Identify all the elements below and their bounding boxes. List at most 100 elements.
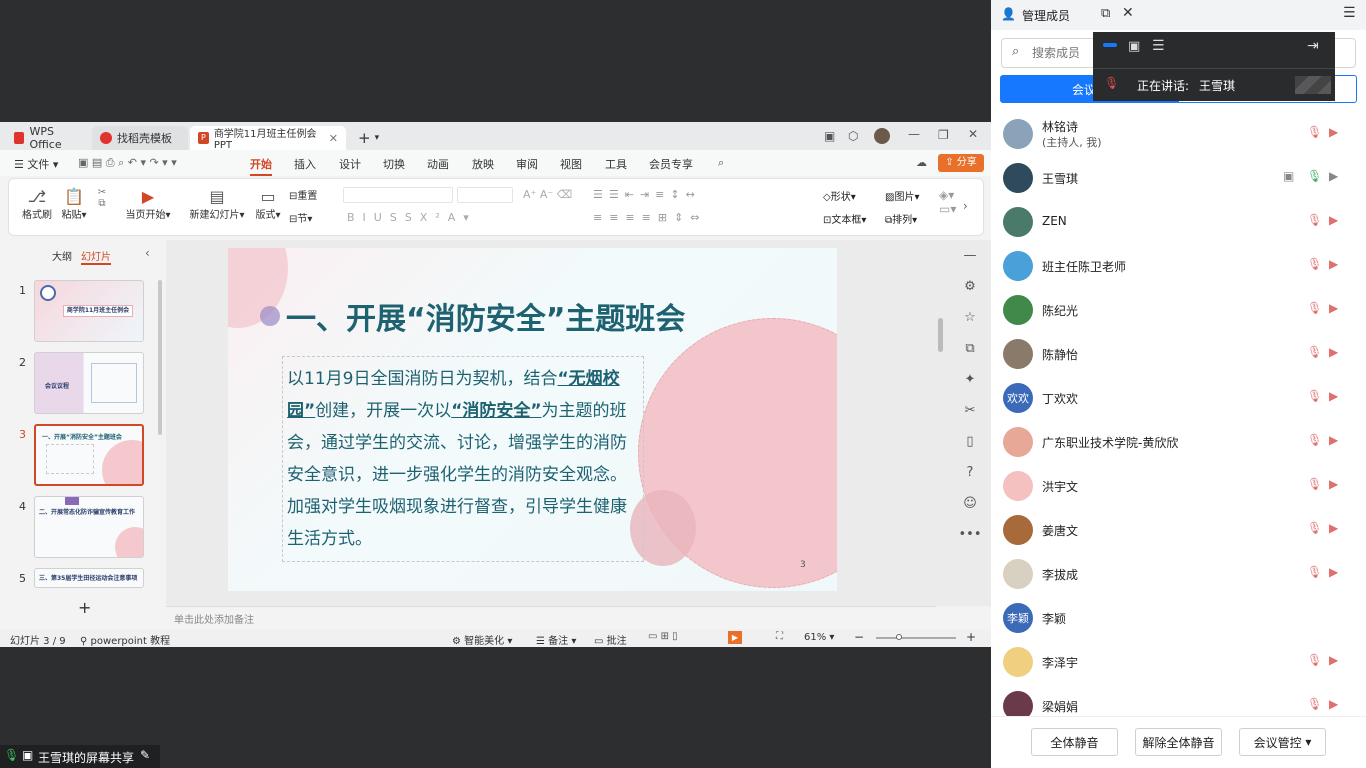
format-painter-button[interactable]: ⎇ 格式刷	[21, 187, 53, 221]
camera-off-icon[interactable]: ▶	[1329, 521, 1338, 535]
minimize-icon[interactable]: —	[908, 127, 920, 141]
collapse-popup-icon[interactable]: ⇥	[1307, 38, 1319, 54]
minus-icon[interactable]: —	[956, 240, 984, 271]
pencil-icon[interactable]: ✎	[140, 748, 150, 762]
unmute-all-button[interactable]: 解除全体静音	[1135, 728, 1222, 756]
zoom-out-icon[interactable]: −	[854, 630, 864, 644]
menu-review[interactable]: 审阅	[516, 156, 538, 172]
textbox-button[interactable]: ⊡文本框▾	[823, 211, 866, 226]
from-current-button[interactable]: ▶ 当页开始▾	[123, 187, 173, 221]
close-panel-icon[interactable]: ✕	[1122, 5, 1134, 21]
member-row[interactable]: 陈纪光 🎙 ▶	[991, 288, 1366, 332]
zoom-slider-knob[interactable]	[896, 634, 902, 640]
slides-tab[interactable]: 幻灯片	[81, 248, 111, 265]
settings-icon[interactable]: ⚙	[956, 271, 984, 302]
cloud-icon[interactable]: ☁	[916, 156, 927, 169]
font-size-icons[interactable]: A⁺ A⁻ ⌫	[523, 188, 572, 201]
slide-textbox[interactable]: 以11月9日全国消防日为契机，结合“无烟校园”创建，开展一次以“消防安全”为主题…	[282, 356, 644, 562]
quick-access-icons[interactable]: ▣ ▤ ⎙ ⌕ ↶ ▾ ↷ ▾ ▾	[78, 156, 177, 170]
camera-off-icon[interactable]: ▶	[1329, 345, 1338, 359]
menu-icon[interactable]: ☰	[1343, 5, 1356, 21]
mic-off-icon[interactable]: 🎙	[1307, 257, 1322, 271]
member-row[interactable]: 王雪琪 ▣ 🎙 ▶	[991, 156, 1366, 200]
share-button[interactable]: ⇪ 分享	[938, 154, 984, 172]
layout-button[interactable]: ▭ 版式▾	[253, 187, 283, 221]
slide-thumb-4[interactable]: 二、开展常态化防诈骗宣传教育工作	[34, 496, 144, 558]
member-row[interactable]: 梁娟娟 🎙 ▶	[991, 684, 1366, 716]
robot-icon[interactable]: ☺	[956, 488, 984, 519]
camera-off-icon[interactable]: ▶	[1329, 125, 1338, 139]
slide-thumb-1[interactable]: 商学院11月班主任例会	[34, 280, 144, 342]
slide-thumb-5[interactable]: 三、第35届学生田径运动会注意事项	[34, 568, 144, 588]
member-row[interactable]: 广东职业技术学院-黄欣欣 🎙 ▶	[991, 420, 1366, 464]
member-row[interactable]: 李颖 李颖	[991, 596, 1366, 640]
menu-animation[interactable]: 动画	[427, 156, 449, 172]
mic-off-icon[interactable]: 🎙	[1307, 213, 1322, 227]
maximize-icon[interactable]: ❐	[938, 128, 949, 142]
slide-canvas[interactable]: 一、开展“消防安全”主题班会 以11月9日全国消防日为契机，结合“无烟校园”创建…	[228, 248, 837, 591]
view-mode-icons[interactable]: ▭ ⊞ ▯	[648, 631, 678, 642]
zoom-select[interactable]: 61% ▾	[804, 632, 834, 643]
camera-off-icon[interactable]: ▶	[1329, 565, 1338, 579]
tools-icon[interactable]: ✂	[956, 395, 984, 426]
mic-off-icon[interactable]: 🎙	[1307, 345, 1322, 359]
slide-title[interactable]: 一、开展“消防安全”主题班会	[286, 294, 685, 338]
comments-button[interactable]: ▭ 批注	[594, 632, 627, 647]
outline-tab[interactable]: 大纲	[52, 248, 72, 263]
member-row[interactable]: 陈静怡 🎙 ▶	[991, 332, 1366, 376]
menu-view[interactable]: 视图	[560, 156, 582, 172]
tab-ppt[interactable]: P 商学院11月班主任例会PPT ✕	[190, 126, 346, 151]
paste-button[interactable]: 📋 粘贴▾	[59, 187, 89, 221]
camera-off-icon[interactable]: ▶	[1329, 301, 1338, 315]
collapse-panel-icon[interactable]: ‹	[145, 246, 150, 260]
menu-vip[interactable]: 会员专享	[649, 156, 693, 172]
list-view-icon[interactable]: ☰	[1152, 38, 1165, 54]
meeting-control-button[interactable]: 会议管控 ▾	[1239, 728, 1326, 756]
mic-off-icon[interactable]: 🎙	[1307, 653, 1322, 667]
copy-icon[interactable]: ⧉	[956, 333, 984, 364]
paragraph-icons[interactable]: ☰☰⇤⇥≡↕↔	[593, 188, 701, 201]
menu-start[interactable]: 开始	[250, 156, 272, 176]
member-row[interactable]: 姜唐文 🎙 ▶	[991, 508, 1366, 552]
menu-insert[interactable]: 插入	[294, 156, 316, 172]
template-label[interactable]: ⚲ powerpoint 教程	[80, 632, 170, 647]
effects-icon[interactable]: ✦	[956, 364, 984, 395]
popout-icon[interactable]: ⧉	[1101, 6, 1110, 21]
cube-icon[interactable]: ⬡	[848, 129, 858, 143]
beautify-button[interactable]: ⚙ 智能美化 ▾	[452, 632, 512, 647]
close-window-icon[interactable]: ✕	[968, 127, 978, 141]
member-row[interactable]: 林铭诗 (主持人, 我) 🎙 ▶	[991, 112, 1366, 156]
picture-button[interactable]: ▨图片▾	[885, 188, 919, 203]
mic-off-icon[interactable]: 🎙	[1307, 565, 1322, 579]
notes-area[interactable]: 单击此处添加备注	[166, 606, 936, 628]
menu-transition[interactable]: 切换	[383, 156, 405, 172]
member-row[interactable]: 欢欢 丁欢欢 🎙 ▶	[991, 376, 1366, 420]
slideshow-play-icon[interactable]: ▶	[728, 631, 742, 644]
arrange-button[interactable]: ⧉排列▾	[885, 211, 917, 226]
camera-off-icon[interactable]: ▶	[1329, 433, 1338, 447]
mic-off-icon[interactable]: 🎙	[1307, 389, 1322, 403]
mute-all-button[interactable]: 全体静音	[1031, 728, 1118, 756]
fit-icon[interactable]: ⛶	[776, 631, 783, 642]
menu-slideshow[interactable]: 放映	[472, 156, 494, 172]
minimize-popup-icon[interactable]	[1103, 43, 1117, 47]
slide-thumb-3[interactable]: 一、开展“消防安全”主题班会	[34, 424, 144, 486]
mic-on-icon[interactable]: 🎙	[1307, 169, 1322, 183]
layout-icon[interactable]: ▣	[824, 129, 835, 143]
camera-off-icon[interactable]: ▶	[1329, 389, 1338, 403]
user-avatar[interactable]	[874, 128, 890, 144]
reset-section-buttons[interactable]: ⊟重置 ⊟节▾	[289, 187, 329, 225]
slide-thumb-2[interactable]: 会议议程	[34, 352, 144, 414]
camera-off-icon[interactable]: ▶	[1329, 169, 1338, 183]
member-row[interactable]: 李拔成 🎙 ▶	[991, 552, 1366, 596]
window-icon[interactable]: ▣	[1128, 39, 1140, 54]
mic-off-icon[interactable]: 🎙	[1307, 125, 1322, 139]
font-family-select[interactable]	[343, 187, 453, 203]
panel-scrollbar[interactable]	[158, 280, 162, 435]
side-toolbar[interactable]: — ⚙ ☆ ⧉ ✦ ✂ ▯ ? ☺ •••	[956, 240, 984, 542]
shape-button[interactable]: ◇形状▾	[823, 188, 856, 203]
camera-off-icon[interactable]: ▶	[1329, 653, 1338, 667]
new-tab-button[interactable]: + ▾	[350, 126, 387, 150]
text-format-icons[interactable]: BIUSSX²A▾	[347, 211, 477, 224]
mic-off-icon[interactable]: 🎙	[1307, 477, 1322, 491]
